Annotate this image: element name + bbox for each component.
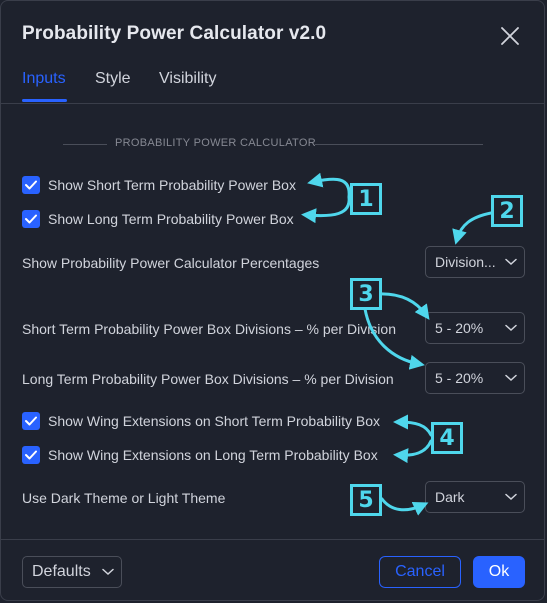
arrow-3-up: [376, 292, 430, 320]
callout-badge: 3: [350, 278, 382, 310]
arrow-4-down: [393, 439, 433, 464]
callout-badge: 5: [350, 484, 382, 516]
section-heading: PROBABILITY POWER CALCULATOR: [63, 137, 483, 151]
percentages-value: Division...: [435, 254, 496, 270]
short-divisions-select[interactable]: 5 - 20%: [425, 312, 525, 344]
arrow-1-up: [307, 172, 351, 199]
tab-bar: Inputs Style Visibility: [1, 67, 544, 104]
wing-short-checkbox[interactable]: [22, 412, 40, 430]
wing-short-row: Show Wing Extensions on Short Term Proba…: [22, 411, 380, 431]
arrow-4-up: [393, 414, 433, 437]
show-short-box-row: Show Short Term Probability Power Box: [22, 175, 296, 195]
defaults-label: Defaults: [32, 563, 91, 580]
chevron-down-icon: [505, 374, 517, 382]
wing-long-label: Show Wing Extensions on Long Term Probab…: [48, 447, 378, 463]
theme-label: Use Dark Theme or Light Theme: [22, 490, 226, 506]
arrow-5: [380, 497, 429, 516]
tab-visibility[interactable]: Visibility: [159, 70, 217, 88]
active-tab-indicator: [22, 99, 67, 102]
show-short-box-checkbox[interactable]: [22, 176, 40, 194]
long-divisions-value: 5 - 20%: [435, 370, 484, 386]
close-icon[interactable]: [499, 25, 521, 47]
chevron-down-icon: [505, 493, 517, 501]
show-long-box-label: Show Long Term Probability Power Box: [48, 211, 294, 227]
callout-badge: 2: [491, 195, 523, 227]
percentages-select[interactable]: Division...: [425, 246, 525, 278]
arrow-1-down: [301, 195, 351, 224]
divider: [63, 144, 107, 145]
divider: [315, 144, 483, 145]
tab-inputs[interactable]: Inputs: [22, 70, 66, 88]
tab-style[interactable]: Style: [95, 70, 131, 88]
settings-dialog: Probability Power Calculator v2.0 Inputs…: [0, 0, 545, 601]
wing-long-checkbox[interactable]: [22, 446, 40, 464]
show-short-box-label: Show Short Term Probability Power Box: [48, 177, 296, 193]
dialog-title: Probability Power Calculator v2.0: [22, 23, 327, 44]
checkmark-icon: [25, 416, 37, 426]
wing-long-row: Show Wing Extensions on Long Term Probab…: [22, 445, 378, 465]
callout-badge: 4: [431, 422, 463, 454]
chevron-down-icon: [102, 568, 114, 576]
chevron-down-icon: [505, 324, 517, 332]
short-divisions-label: Short Term Probability Power Box Divisio…: [22, 321, 396, 337]
show-long-box-checkbox[interactable]: [22, 210, 40, 228]
callout-badge: 1: [350, 183, 382, 215]
wing-short-label: Show Wing Extensions on Short Term Proba…: [48, 413, 381, 429]
short-divisions-value: 5 - 20%: [435, 320, 484, 336]
theme-select[interactable]: Dark: [425, 481, 525, 513]
long-divisions-select[interactable]: 5 - 20%: [425, 362, 525, 394]
footer-divider: [1, 539, 544, 540]
chevron-down-icon: [505, 258, 517, 266]
checkmark-icon: [25, 214, 37, 224]
section-heading-label: PROBABILITY POWER CALCULATOR: [115, 137, 316, 149]
show-long-box-row: Show Long Term Probability Power Box: [22, 209, 294, 229]
checkmark-icon: [25, 450, 37, 460]
long-divisions-label: Long Term Probability Power Box Division…: [22, 371, 394, 387]
arrow-2: [452, 211, 493, 245]
percentages-label: Show Probability Power Calculator Percen…: [22, 255, 320, 271]
theme-value: Dark: [435, 489, 465, 505]
ok-button[interactable]: Ok: [473, 556, 525, 588]
defaults-dropdown[interactable]: Defaults: [22, 556, 122, 588]
cancel-button[interactable]: Cancel: [379, 556, 461, 588]
checkmark-icon: [25, 180, 37, 190]
